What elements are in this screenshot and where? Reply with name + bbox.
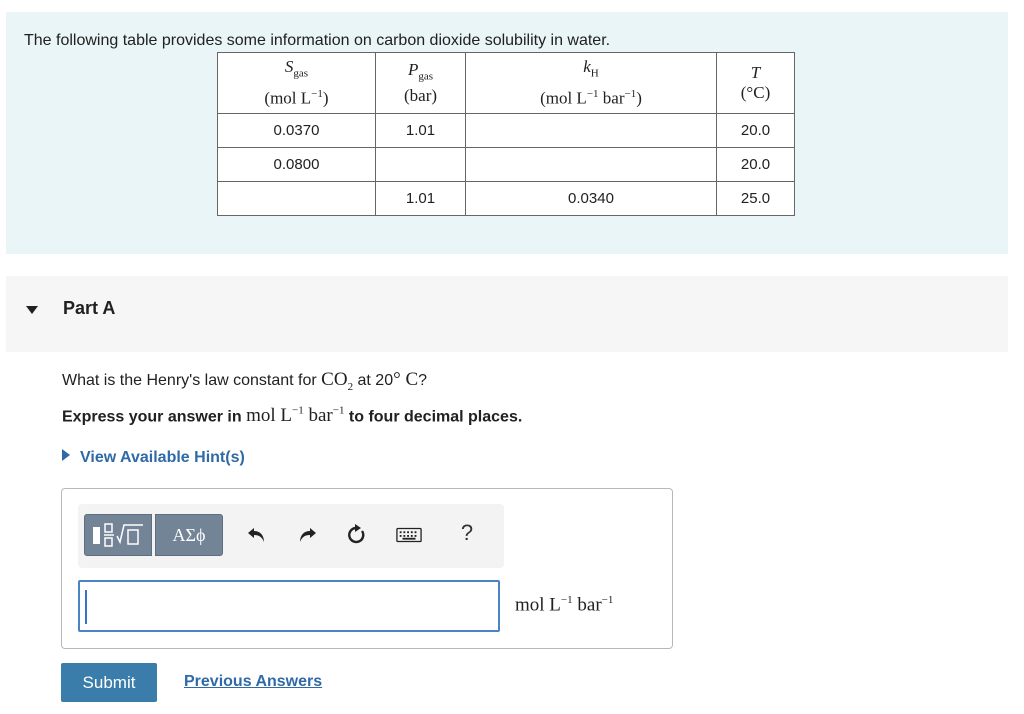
part-title: Part A <box>63 298 116 318</box>
answer-unit-label: mol L−1 bar−1 <box>515 594 614 616</box>
keyboard-icon[interactable] <box>396 522 422 548</box>
header-p-gas: Pgas (bar) <box>375 52 466 114</box>
symbols-button[interactable]: ΑΣϕ <box>155 514 223 556</box>
table-cell: 20.0 <box>716 147 795 182</box>
answer-input[interactable] <box>78 580 500 632</box>
table-cell: 1.01 <box>375 113 466 148</box>
header-temperature: T (°C) <box>716 52 795 114</box>
table-header-row: Sgas (mol L−1) Pgas (bar) kH (mol L−1 ba… <box>217 52 795 114</box>
intro-panel: The following table provides some inform… <box>6 12 1008 254</box>
submit-button[interactable]: Submit <box>61 663 157 702</box>
table-row: 1.01 0.0340 25.0 <box>217 181 795 216</box>
header-k-h: kH (mol L−1 bar−1) <box>465 52 717 114</box>
table-row: 0.0800 20.0 <box>217 147 795 182</box>
text-cursor <box>85 590 87 624</box>
table-cell <box>465 113 717 148</box>
table-cell: 20.0 <box>716 113 795 148</box>
table-row: 0.0370 1.01 20.0 <box>217 113 795 148</box>
part-a-header[interactable]: Part A <box>6 276 1008 352</box>
table-cell <box>465 147 717 182</box>
collapse-caret-icon[interactable] <box>26 306 38 314</box>
table-cell <box>375 147 466 182</box>
intro-text: The following table provides some inform… <box>24 32 611 49</box>
redo-icon[interactable] <box>294 522 320 548</box>
undo-icon[interactable] <box>244 522 270 548</box>
math-toolbar: ΑΣϕ ? <box>78 504 504 568</box>
templates-button[interactable] <box>84 514 152 556</box>
header-s-gas: Sgas (mol L−1) <box>217 52 376 114</box>
reset-icon[interactable] <box>343 522 369 548</box>
templates-icon <box>93 523 143 547</box>
answer-instruction: Express your answer in mol L−1 bar−1 to … <box>62 405 523 427</box>
table-cell: 0.0340 <box>465 181 717 216</box>
solubility-table: Sgas (mol L−1) Pgas (bar) kH (mol L−1 ba… <box>217 52 795 216</box>
question-text: What is the Henry's law constant for CO2… <box>62 369 428 393</box>
expand-triangle-icon <box>62 449 70 461</box>
help-button[interactable]: ? <box>454 520 480 546</box>
table-cell <box>217 181 376 216</box>
table-cell: 1.01 <box>375 181 466 216</box>
table-cell: 0.0800 <box>217 147 376 182</box>
view-hints-link[interactable]: View Available Hint(s) <box>62 449 245 467</box>
previous-answers-link[interactable]: Previous Answers <box>184 673 322 691</box>
table-cell: 0.0370 <box>217 113 376 148</box>
table-cell: 25.0 <box>716 181 795 216</box>
answer-box: ΑΣϕ ? mol L−1 bar−1 <box>61 488 673 649</box>
